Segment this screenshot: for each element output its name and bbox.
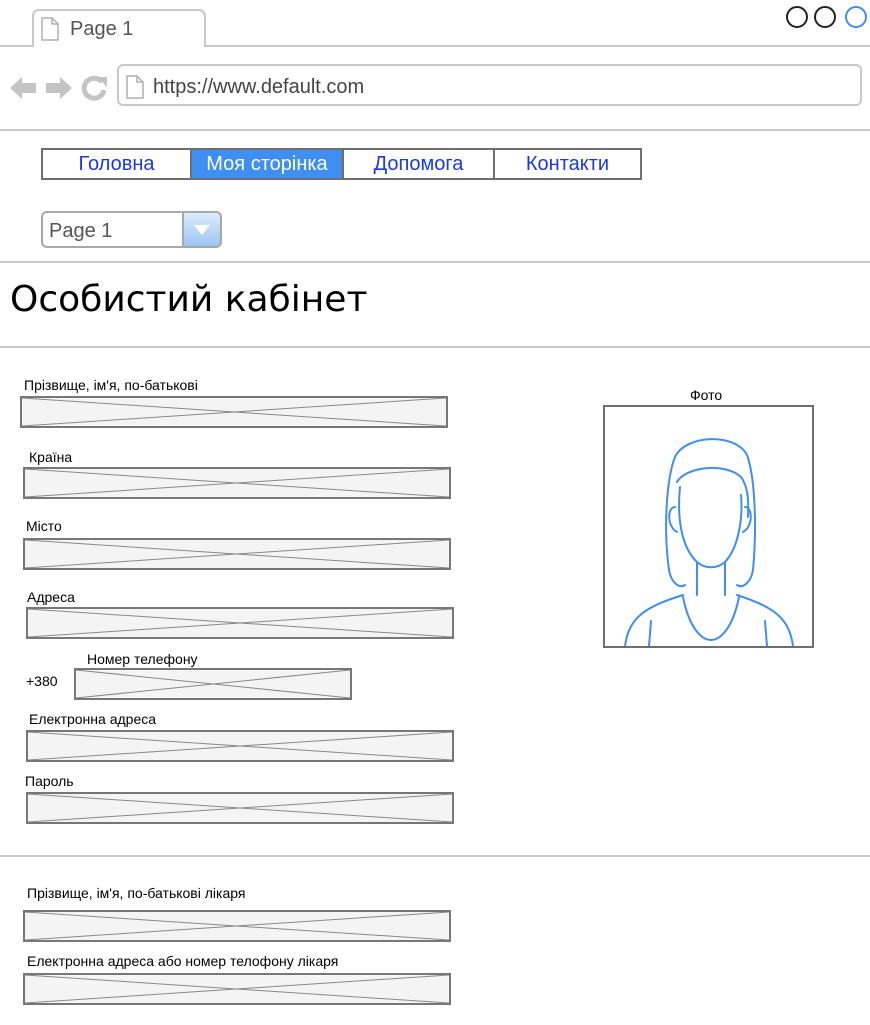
nav-item-contacts[interactable]: Контакти: [493, 148, 642, 180]
photo-label: Фото: [690, 387, 723, 403]
password-label: Пароль: [25, 773, 74, 789]
person-silhouette-icon: [624, 438, 794, 647]
page-icon: [41, 17, 59, 41]
divider: [0, 855, 870, 857]
full-name-field[interactable]: [20, 396, 448, 428]
country-field[interactable]: [23, 467, 451, 499]
dropdown-button[interactable]: [182, 213, 220, 246]
divider: [0, 129, 870, 131]
email-label: Електронна адреса: [29, 711, 157, 727]
window-maximize-button[interactable]: [845, 6, 867, 28]
full-name-label: Прізвище, ім'я, по-батькові: [24, 377, 198, 393]
forward-arrow-icon[interactable]: [44, 74, 74, 102]
password-field[interactable]: [26, 792, 454, 824]
city-field[interactable]: [23, 538, 451, 570]
reload-icon[interactable]: [80, 73, 110, 103]
phone-prefix: +380: [26, 673, 58, 689]
doctor-name-field[interactable]: [23, 910, 451, 942]
page-title: Особистий кабінет: [10, 279, 368, 320]
page-select-value: Page 1: [49, 220, 113, 242]
window-minimize-button[interactable]: [814, 6, 836, 28]
doctor-contact-field[interactable]: [23, 973, 451, 1005]
chevron-down-icon: [194, 225, 210, 235]
phone-label: Номер телефону: [87, 651, 198, 667]
window-close-button[interactable]: [786, 6, 808, 28]
address-label: Адреса: [27, 589, 75, 605]
nav-item-help[interactable]: Допомога: [342, 148, 495, 180]
tab-strip-line: [205, 45, 870, 47]
photo-placeholder[interactable]: [603, 405, 814, 648]
doctor-contact-label: Електронна адреса або номер телофону лік…: [27, 953, 339, 969]
country-label: Країна: [29, 449, 73, 465]
tab-strip-line: [0, 45, 33, 47]
divider: [0, 346, 870, 348]
tab-title: Page 1: [70, 18, 134, 40]
doctor-name-label: Прізвище, ім'я, по-батькові лікаря: [27, 885, 246, 901]
city-label: Місто: [26, 518, 62, 534]
address-field[interactable]: [26, 607, 454, 639]
page-icon: [126, 75, 144, 99]
phone-field[interactable]: [74, 668, 352, 700]
page-select[interactable]: Page 1: [41, 211, 222, 248]
nav-item-home[interactable]: Головна: [41, 148, 192, 180]
nav-item-my-page[interactable]: Моя сторінка: [190, 148, 344, 180]
url-text: https://www.default.com: [153, 76, 365, 98]
email-field[interactable]: [26, 730, 454, 762]
divider: [0, 261, 870, 263]
back-arrow-icon[interactable]: [8, 74, 38, 102]
